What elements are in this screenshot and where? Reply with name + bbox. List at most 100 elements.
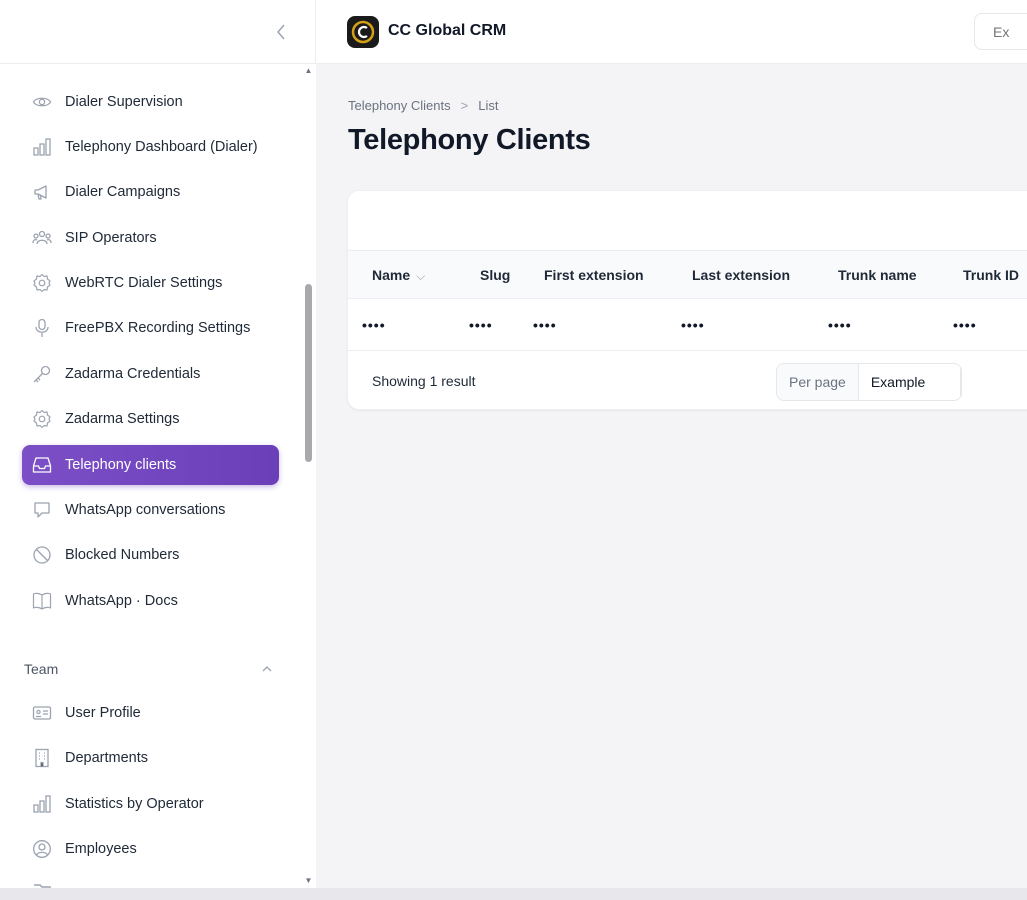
sidebar-item-label: Dialer Supervision bbox=[65, 94, 183, 110]
app-logo[interactable] bbox=[347, 16, 379, 48]
table-cell: •••• bbox=[362, 317, 386, 333]
sidebar-item-zadarma-settings[interactable]: Zadarma Settings bbox=[22, 399, 279, 439]
sidebar-item-whatsapp-docs[interactable]: WhatsApp · Docs bbox=[22, 581, 279, 621]
sidebar-item-telephony-clients[interactable]: Telephony clients bbox=[22, 445, 279, 485]
column-header-trunk-name: Trunk name bbox=[838, 267, 917, 283]
column-header-name[interactable]: Name ⌵ bbox=[372, 267, 425, 284]
column-header-slug: Slug bbox=[480, 267, 510, 283]
column-header-first-extension: First extension bbox=[544, 267, 644, 283]
sidebar-item-label: WhatsApp conversations bbox=[65, 502, 226, 518]
window-bottom-strip bbox=[0, 888, 1027, 900]
sidebar-item-label: WhatsApp · Docs bbox=[65, 593, 178, 609]
app-title: CC Global CRM bbox=[388, 22, 507, 39]
search-input[interactable] bbox=[993, 23, 1027, 40]
scroll-down-arrow-icon[interactable]: ▼ bbox=[304, 876, 313, 885]
table-cell: •••• bbox=[953, 317, 977, 333]
sidebar-item-label: WebRTC Dialer Settings bbox=[65, 275, 223, 291]
column-header-last-extension: Last extension bbox=[692, 267, 790, 283]
telephony-clients-table: Name ⌵ Slug First extension Last extensio… bbox=[347, 190, 1027, 410]
collapse-sidebar-button[interactable] bbox=[270, 20, 292, 44]
sidebar-item-label: Blocked Numbers bbox=[65, 547, 180, 563]
sidebar-item-departments[interactable]: Departments bbox=[22, 738, 279, 778]
sidebar-item-dialer-campaigns[interactable]: Dialer Campaigns bbox=[22, 172, 279, 212]
building-icon bbox=[31, 747, 53, 769]
user-circle-icon bbox=[31, 838, 53, 860]
bar-chart-icon bbox=[31, 136, 53, 158]
breadcrumb-current: List bbox=[478, 98, 499, 113]
sidebar-item-label: User Profile bbox=[65, 705, 141, 721]
chevron-right-icon: > bbox=[460, 98, 469, 113]
sidebar-item-label: Zadarma Credentials bbox=[65, 366, 201, 382]
sidebar: Dialer Supervision Telephony Dashboard (… bbox=[0, 0, 316, 888]
gear-icon bbox=[31, 272, 53, 294]
column-label: Last extension bbox=[692, 267, 791, 283]
sidebar-item-sip-operators[interactable]: SIP Operators bbox=[22, 218, 279, 258]
sidebar-item-zadarma-credentials[interactable]: Zadarma Credentials bbox=[22, 354, 279, 394]
breadcrumb-link-telephony-clients[interactable]: Telephony Clients bbox=[348, 98, 451, 113]
inbox-icon bbox=[31, 454, 53, 476]
sidebar-item-label: Telephony clients bbox=[65, 457, 177, 473]
top-bar: CC Global CRM bbox=[316, 0, 1027, 64]
no-symbol-icon bbox=[31, 544, 53, 566]
sidebar-item-employees[interactable]: Employees bbox=[22, 829, 279, 869]
gear-icon bbox=[31, 408, 53, 430]
partial-nav-item[interactable] bbox=[22, 64, 279, 74]
sidebar-item-webrtc-settings[interactable]: WebRTC Dialer Settings bbox=[22, 263, 279, 303]
inbox-icon bbox=[31, 64, 53, 72]
per-page-select[interactable]: Example bbox=[859, 364, 961, 400]
per-page-label: Per page bbox=[777, 364, 859, 400]
scroll-up-arrow-icon[interactable]: ▲ bbox=[304, 66, 313, 75]
users-group-icon bbox=[31, 227, 53, 249]
sidebar-item-label: Statistics by Operator bbox=[65, 796, 204, 812]
breadcrumb: Telephony Clients > List bbox=[348, 98, 498, 113]
sidebar-item-statistics-by-operator[interactable]: Statistics by Operator bbox=[22, 784, 279, 824]
partial-nav-item[interactable] bbox=[22, 879, 279, 888]
sidebar-item-label: SIP Operators bbox=[65, 230, 157, 246]
sidebar-item-label: Telephony Dashboard (Dialer) bbox=[65, 139, 258, 155]
sidebar-item-blocked-numbers[interactable]: Blocked Numbers bbox=[22, 535, 279, 575]
sidebar-item-dialer-supervision[interactable]: Dialer Supervision bbox=[22, 82, 279, 122]
sidebar-scrollbar[interactable]: ▲ ▼ bbox=[301, 64, 316, 888]
folder-icon bbox=[34, 884, 51, 888]
table-header: Name ⌵ Slug First extension Last extensio… bbox=[348, 251, 1027, 299]
chat-icon bbox=[31, 499, 53, 521]
team-group-label: Team bbox=[24, 661, 59, 677]
column-label: Name bbox=[372, 267, 411, 283]
per-page-control: Per page Example bbox=[776, 363, 962, 401]
megaphone-icon bbox=[31, 181, 53, 203]
logo-icon bbox=[351, 20, 375, 44]
sidebar-item-label: Departments bbox=[65, 750, 149, 766]
chevron-down-icon: ⌵ bbox=[416, 269, 426, 283]
chevron-up-icon bbox=[262, 666, 272, 672]
sidebar-item-user-profile[interactable]: User Profile bbox=[22, 693, 279, 733]
eye-icon bbox=[31, 91, 53, 113]
page-title: Telephony Clients bbox=[348, 124, 591, 156]
chevron-left-icon bbox=[277, 24, 285, 40]
key-icon bbox=[31, 363, 53, 385]
app-root: Dialer Supervision Telephony Dashboard (… bbox=[0, 0, 1027, 900]
table-toolbar bbox=[348, 191, 1027, 251]
sidebar-item-label: FreePBX Recording Settings bbox=[65, 320, 251, 336]
table-row[interactable]: •••• •••• •••• •••• •••• •••• bbox=[348, 299, 1027, 351]
scrollbar-thumb[interactable] bbox=[305, 284, 312, 462]
sidebar-item-label: Employees bbox=[65, 841, 137, 857]
team-group-header[interactable]: Team bbox=[24, 657, 279, 681]
column-label: Trunk ID bbox=[963, 267, 1020, 283]
sidebar-item-whatsapp-conversations[interactable]: WhatsApp conversations bbox=[22, 490, 279, 530]
column-header-trunk-id: Trunk ID bbox=[963, 267, 1019, 283]
global-search[interactable] bbox=[974, 13, 1027, 50]
results-count: Showing 1 result bbox=[372, 373, 476, 389]
sidebar-item-label: Zadarma Settings bbox=[65, 411, 180, 427]
book-icon bbox=[31, 590, 53, 612]
sidebar-item-freepbx-recording[interactable]: FreePBX Recording Settings bbox=[22, 308, 279, 348]
table-footer: Showing 1 result Per page Example bbox=[348, 351, 1027, 409]
sidebar-item-telephony-dashboard[interactable]: Telephony Dashboard (Dialer) bbox=[22, 127, 279, 167]
sidebar-top bbox=[0, 0, 315, 64]
sidebar-item-label: Dialer Campaigns bbox=[65, 184, 181, 200]
column-label: Trunk name bbox=[838, 267, 917, 283]
id-card-icon bbox=[31, 702, 53, 724]
column-label: First extension bbox=[544, 267, 644, 283]
sidebar-nav: Dialer Supervision Telephony Dashboard (… bbox=[0, 64, 300, 888]
table-cell: •••• bbox=[681, 317, 705, 333]
bar-chart-icon bbox=[31, 793, 53, 815]
